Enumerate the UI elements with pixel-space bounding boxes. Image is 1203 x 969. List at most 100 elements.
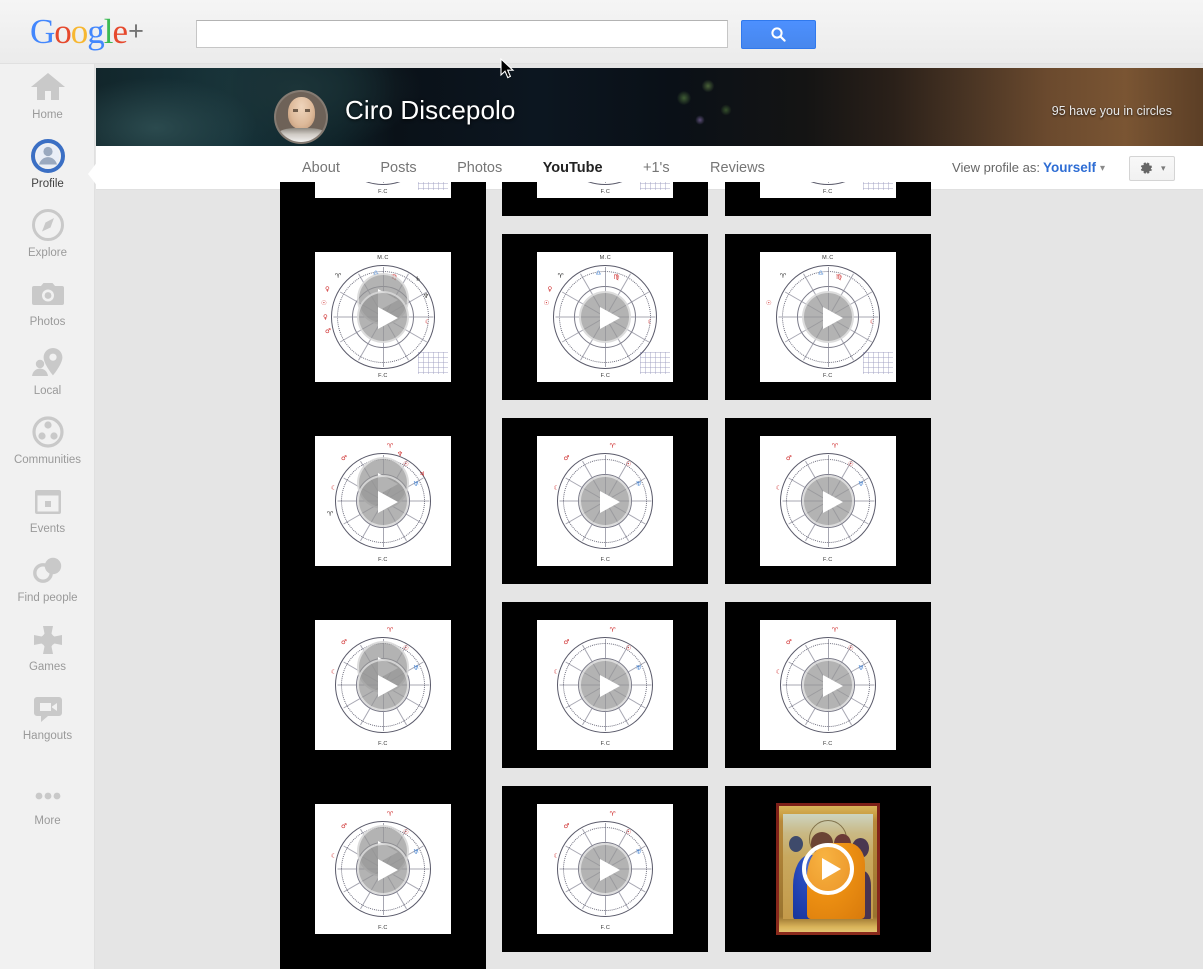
video-tile[interactable]: ♈ ☉ ♂ ☾ ♅ F.C [502, 418, 709, 584]
chart-corner-grid [862, 352, 893, 374]
chevron-down-icon: ▾ [1160, 163, 1166, 173]
sidebar-item-communities[interactable]: Communities [0, 409, 94, 478]
cover-photo[interactable]: Ciro Discepolo 95 have you in circles [96, 68, 1203, 146]
video-tile[interactable]: ♈ ☉ ♂ ☾ ♅ F.C [502, 786, 709, 952]
chart-label-bottom: F.C [378, 741, 388, 747]
sidebar-item-label: More [34, 815, 61, 827]
video-tile[interactable]: ♈ ☉ ♂ ☾ ♅ F.C [502, 602, 709, 768]
sidebar-item-label: Profile [31, 178, 64, 190]
person-circle-icon [0, 133, 94, 177]
chart-label-bottom: F.C [378, 189, 388, 195]
sidebar-item-events[interactable]: Events [0, 478, 94, 547]
chart-corner-grid [862, 182, 893, 190]
play-icon[interactable] [357, 659, 409, 711]
sidebar-item-photos[interactable]: Photos [0, 271, 94, 340]
sidebar-item-find-people[interactable]: Find people [0, 547, 94, 616]
play-icon[interactable] [357, 475, 409, 527]
sidebar-item-label: Communities [13, 454, 82, 466]
play-icon[interactable] [579, 475, 632, 527]
sidebar-item-explore[interactable]: Explore [0, 202, 94, 271]
video-tile[interactable]: M.C F.C [502, 182, 709, 216]
sidebar-item-label: Explore [28, 247, 67, 259]
video-thumbnail: M.C F.C [537, 182, 674, 198]
avatar-shirt [278, 128, 326, 142]
video-row: M.C ♈ ♀ ☉ ♀ ♂ [280, 234, 1142, 566]
sidebar-item-home[interactable]: Home [0, 64, 94, 133]
play-icon[interactable] [801, 843, 854, 895]
main-content: Ciro Discepolo 95 have you in circles Ab… [96, 64, 1203, 969]
top-bar: Google+ [0, 0, 1203, 64]
plus-glyph: + [128, 16, 144, 46]
sidebar-item-local[interactable]: Local [0, 340, 94, 409]
video-tile[interactable]: ♈ ♆ ☉ ♂ ☾ ♈ ♅ ♃ F.C [280, 418, 486, 584]
view-profile-as-label: View profile as: [952, 160, 1040, 175]
figure-left [788, 836, 803, 852]
sidebar-item-label: Games [28, 661, 67, 673]
google-plus-logo[interactable]: Google+ [30, 12, 144, 51]
sidebar-item-label: Local [33, 385, 62, 397]
video-row: ♈ ☉ ♂ ☾ ♅ F.C [280, 602, 1142, 934]
map-pin-person-icon [0, 340, 94, 384]
home-icon [0, 64, 94, 108]
search-icon [742, 26, 815, 43]
sidebar-item-label: Home [32, 109, 63, 121]
sidebar-item-label: Find people [17, 592, 78, 604]
video-tile[interactable] [280, 952, 486, 969]
sidebar-item-label: Events [29, 523, 66, 535]
two-circles-icon [0, 547, 94, 591]
video-row: ♈ ♆ ☉ ♂ ☾ ♈ ♅ ♃ F.C ♈ ☉ ♂ ☾ ♅ F.C ♈ ☉ ♂ … [280, 418, 1142, 750]
avatar-eyes [293, 109, 310, 112]
three-dots-icon [0, 770, 94, 814]
settings-button[interactable]: ▾ [1129, 156, 1175, 181]
sidebar-item-label: Hangouts [22, 730, 73, 742]
cover-photo-detail [656, 68, 766, 146]
video-tile[interactable]: M.C ♈ ☉ ♎ ♍ ☾ [724, 234, 931, 400]
video-tile[interactable]: ♈ ☉ ♂ ☾ ♅ F.C [724, 602, 931, 768]
circle-count-label[interactable]: 95 have you in circles [1052, 104, 1172, 118]
chart-label-bottom: F.C [823, 373, 833, 379]
chart-label-bottom: F.C [600, 557, 611, 563]
play-icon[interactable] [579, 843, 632, 895]
chart-label-bottom: F.C [600, 741, 611, 747]
video-thumbnail: M.C ♈ ♀ ☉ ♀ ♂ [315, 182, 451, 198]
astro-chart-thumbnail: M.C ♈ ♀ ☉ ♀ ♂ [315, 182, 451, 198]
play-icon[interactable] [801, 291, 854, 343]
sidebar-active-pointer [88, 161, 98, 187]
page-title[interactable]: Ciro Discepolo [345, 95, 515, 126]
chart-corner-grid [418, 182, 448, 190]
sidebar-item-more[interactable]: More [0, 770, 94, 839]
video-row: ♈ ☉ ♂ ☾ ♅ F.C [280, 786, 1142, 969]
games-icon [0, 616, 94, 660]
search-input[interactable] [196, 20, 728, 48]
play-icon[interactable] [357, 291, 409, 343]
play-icon[interactable] [801, 475, 854, 527]
search-button[interactable] [741, 20, 816, 49]
avatar[interactable] [274, 90, 328, 144]
video-tile[interactable]: M.C F.C [724, 182, 931, 216]
play-icon[interactable] [801, 659, 854, 711]
video-tile[interactable]: ♈ ☉ ♂ ☾ ♅ F.C [280, 786, 486, 952]
video-chat-icon [0, 685, 94, 729]
sidebar-item-profile[interactable]: Profile [0, 133, 94, 202]
chart-label-bottom: F.C [600, 925, 611, 931]
chart-corner-grid [640, 182, 671, 190]
play-icon[interactable] [579, 291, 632, 343]
chart-label-bottom: F.C [378, 557, 388, 563]
sidebar-item-games[interactable]: Games [0, 616, 94, 685]
video-tile[interactable]: M.C ♈ ♀ ☉ ♎ ♍ ☾ F.C [502, 234, 709, 400]
video-tile[interactable]: M.C ♈ ♀ ☉ ♀ ♂ [280, 234, 486, 400]
video-tile[interactable] [724, 786, 931, 952]
play-icon[interactable] [357, 843, 409, 895]
sidebar-item-hangouts[interactable]: Hangouts [0, 685, 94, 754]
video-grid-rows: M.C ♈ ♀ ☉ ♀ ♂ [280, 182, 1142, 969]
play-icon[interactable] [579, 659, 632, 711]
video-tile[interactable]: ♈ ☉ ♂ ☾ ♅ F.C [280, 602, 486, 768]
sidebar-item-label: Photos [29, 316, 66, 328]
view-profile-as-value[interactable]: Yourself [1043, 160, 1096, 175]
video-tile[interactable]: M.C ♈ ♀ ☉ ♀ ♂ [280, 182, 486, 216]
communities-icon [0, 409, 94, 453]
chart-label-bottom: F.C [378, 925, 388, 931]
gear-icon [1139, 160, 1158, 177]
chart-corner-grid [418, 352, 448, 374]
video-tile[interactable]: ♈ ☉ ♂ ☾ ♅ F.C [724, 418, 931, 584]
